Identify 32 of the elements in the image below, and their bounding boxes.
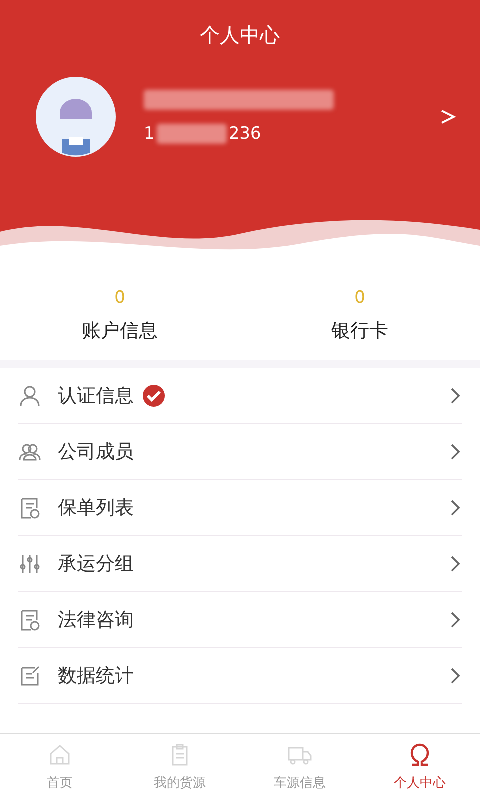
page-title: 个人中心 (200, 22, 280, 49)
chevron-icon (450, 498, 462, 516)
stat-label: 账户信息 (82, 319, 158, 344)
stat-label: 银行卡 (332, 319, 388, 344)
menu-label: 承运分组 (58, 552, 134, 576)
menu-row[interactable]: 认证信息 (18, 368, 462, 424)
chevron-icon (450, 610, 462, 628)
phone-number-start: 1 (144, 124, 155, 144)
menu-label: 公司成员 (58, 440, 134, 464)
menu-label: 数据统计 (58, 664, 134, 688)
chevron-icon (450, 386, 462, 404)
menu-row[interactable]: 保单列表 (18, 480, 462, 536)
stat-value: 0 (114, 288, 126, 308)
chevron-icon (450, 666, 462, 684)
menu-label: 法律咨询 (58, 608, 134, 632)
menu-row[interactable]: 法律咨询 (18, 592, 462, 648)
menu-label: 认证信息 (58, 384, 134, 408)
blurred-phone-digits (156, 124, 227, 144)
stat-item[interactable]: 0 账户信息 (0, 272, 240, 360)
chevron-icon (450, 442, 462, 460)
tab[interactable]: 个人中心 (360, 734, 480, 800)
menu-row[interactable]: 承运分组 (18, 536, 462, 592)
menu-row[interactable]: 数据统计 (18, 648, 462, 704)
avatar-icon (36, 77, 116, 157)
stat-item[interactable]: 0 银行卡 (240, 272, 480, 360)
menu-row[interactable]: 公司成员 (18, 424, 462, 480)
chevron-icon (450, 554, 462, 572)
chevron-icon[interactable] (440, 108, 456, 126)
user-icon (18, 384, 42, 408)
stat-value: 0 (354, 288, 366, 308)
menu-label: 保单列表 (58, 496, 134, 520)
phone-number-end: 236 (228, 124, 262, 144)
